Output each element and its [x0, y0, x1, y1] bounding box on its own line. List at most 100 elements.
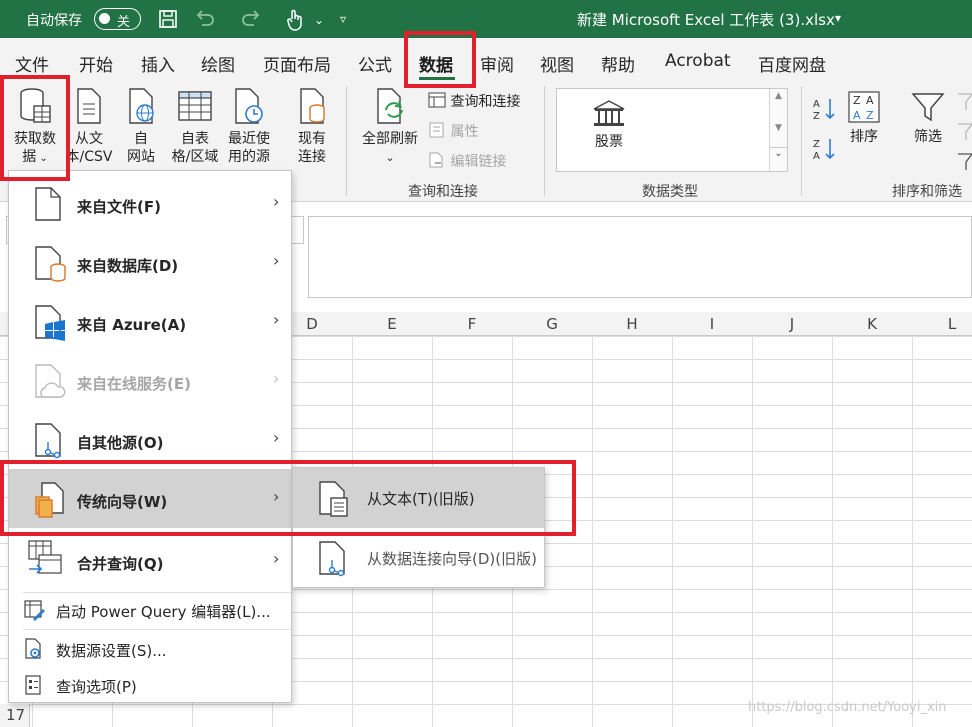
- tab-draw[interactable]: 绘图: [201, 51, 235, 76]
- table-icon: [178, 91, 212, 121]
- undo-icon[interactable]: [194, 9, 216, 33]
- group-label-queries: 查询和连接: [408, 184, 478, 200]
- refresh-icon: [377, 88, 403, 124]
- chevron-right-icon: ›: [273, 428, 280, 447]
- title-bar: 自动保存 关 ⌄ ▿ 新建 Microsoft Excel 工作表 (3).xl…: [0, 0, 972, 38]
- queries-connections-label: 查询和连接: [450, 94, 521, 110]
- column-header[interactable]: E: [352, 315, 432, 333]
- touch-mode-icon[interactable]: [286, 9, 304, 35]
- from-table-button[interactable]: 自表 格/区域: [168, 86, 222, 166]
- highlight-legacy-wizard: [0, 460, 576, 536]
- save-icon[interactable]: [158, 9, 178, 33]
- sort-a-z-icon: AZ: [813, 99, 835, 122]
- database-icon: [35, 246, 66, 282]
- stocks-label: 股票: [595, 134, 623, 150]
- menu-item-power-query-editor[interactable]: 启动 Power Query 编辑器(L)...: [9, 593, 291, 627]
- refresh-all-button[interactable]: 全部刷新 ⌄: [356, 86, 424, 167]
- properties-button[interactable]: 属性: [428, 121, 478, 141]
- filter-icon: [911, 93, 945, 122]
- from-table-line2: 格/区域: [171, 149, 219, 165]
- cloud-icon: [35, 364, 66, 398]
- tab-home[interactable]: 开始: [79, 51, 113, 76]
- from-web-line2: 网站: [127, 149, 155, 165]
- chevron-right-icon: ›: [273, 310, 280, 329]
- svg-text:A: A: [813, 151, 820, 162]
- column-header[interactable]: K: [832, 315, 912, 333]
- customize-toolbar-icon[interactable]: ▿: [340, 12, 346, 26]
- column-header[interactable]: I: [672, 315, 752, 333]
- menu-item-label: 合并查询(Q): [77, 555, 164, 573]
- ribbon-separator: [346, 86, 347, 196]
- column-header[interactable]: J: [752, 315, 832, 333]
- from-text-csv-button[interactable]: 从文 本/CSV: [64, 86, 114, 166]
- menu-item-label: 查询选项(P): [56, 678, 137, 696]
- row-header[interactable]: 17: [0, 704, 30, 727]
- column-header[interactable]: L: [912, 315, 972, 333]
- menu-item-label: 来自数据库(D): [77, 257, 179, 275]
- menu-item-from-azure[interactable]: 来自 Azure(A) ›: [9, 292, 291, 351]
- menu-item-from-online-services[interactable]: 来自在线服务(E) ›: [9, 351, 291, 410]
- column-header[interactable]: H: [592, 315, 672, 333]
- gallery-more-icon[interactable]: ⌄: [770, 147, 787, 159]
- menu-item-from-database[interactable]: 来自数据库(D) ›: [9, 233, 291, 292]
- recent-sources-line2: 用的源: [228, 149, 270, 165]
- column-header[interactable]: F: [432, 315, 512, 333]
- properties-label: 属性: [450, 124, 479, 140]
- existing-connections-button[interactable]: 现有 连接: [290, 86, 334, 166]
- tab-baidu-netdisk[interactable]: 百度网盘: [758, 51, 826, 76]
- tab-file[interactable]: 文件: [15, 51, 49, 76]
- power-query-editor-icon: [24, 600, 45, 621]
- data-types-gallery[interactable]: 股票 ▲ ▼ ⌄: [556, 88, 788, 172]
- redo-icon[interactable]: [240, 9, 262, 33]
- autosave-toggle[interactable]: 关: [94, 8, 141, 30]
- title-dropdown-icon[interactable]: ▾: [835, 11, 841, 25]
- clear-filter-icon[interactable]: [956, 92, 972, 176]
- column-header[interactable]: G: [512, 315, 592, 333]
- queries-connections-button[interactable]: 查询和连接: [428, 91, 520, 111]
- tab-view[interactable]: 视图: [540, 51, 574, 76]
- sort-desc-button[interactable]: ZA: [812, 136, 836, 166]
- chevron-right-icon: ›: [273, 549, 280, 568]
- refresh-all-label: 全部刷新: [362, 131, 418, 147]
- scroll-up-icon[interactable]: ▲: [770, 91, 787, 101]
- menu-item-from-file[interactable]: 来自文件(F) ›: [9, 174, 291, 233]
- menu-item-query-options[interactable]: 查询选项(P): [9, 668, 291, 702]
- edit-links-label: 编辑链接: [450, 154, 507, 170]
- group-label-sort-filter: 排序和筛选: [892, 184, 962, 200]
- ribbon-separator: [544, 86, 545, 196]
- filter-label: 筛选: [914, 129, 942, 145]
- tab-help[interactable]: 帮助: [601, 51, 635, 76]
- from-web-button[interactable]: 自 网站: [118, 86, 164, 166]
- tab-acrobat[interactable]: Acrobat: [665, 51, 731, 71]
- existing-connections-line1: 现有: [298, 131, 326, 147]
- tab-insert[interactable]: 插入: [141, 51, 175, 76]
- sort-button[interactable]: ZAAZ 排序: [844, 90, 884, 146]
- svg-text:Z: Z: [813, 139, 820, 150]
- get-data-menu: 来自文件(F) › 来自数据库(D) › 来自 Azure(A) › 来自在线服…: [8, 170, 292, 703]
- gallery-scrollbar[interactable]: ▲ ▼ ⌄: [769, 89, 787, 171]
- from-table-line1: 自表: [181, 131, 209, 147]
- tab-review[interactable]: 审阅: [480, 51, 514, 76]
- menu-item-data-source-settings[interactable]: 数据源设置(S)...: [9, 632, 291, 666]
- from-text-line1: 从文: [75, 131, 103, 147]
- tab-page-layout[interactable]: 页面布局: [263, 51, 331, 76]
- filter-button[interactable]: 筛选: [906, 90, 950, 146]
- chevron-down-icon[interactable]: ⌄: [314, 13, 324, 27]
- formula-input[interactable]: [308, 216, 972, 298]
- submenu-item-data-connection-wizard[interactable]: 从数据连接向导(D)(旧版): [293, 528, 544, 588]
- stocks-button[interactable]: 股票: [587, 99, 631, 151]
- recent-sources-button[interactable]: 最近使 用的源: [224, 86, 274, 166]
- chevron-down-icon: ⌄: [385, 151, 395, 164]
- tab-formulas[interactable]: 公式: [358, 51, 392, 76]
- menu-item-combine-queries[interactable]: 合并查询(Q) ›: [9, 531, 291, 590]
- menu-item-label: 自其他源(O): [77, 434, 164, 452]
- existing-connections-icon: [300, 88, 325, 124]
- azure-icon: [35, 305, 65, 341]
- scroll-down-icon[interactable]: ▼: [770, 123, 787, 133]
- edit-links-button[interactable]: 编辑链接: [428, 151, 506, 171]
- autosave-label: 自动保存: [26, 13, 82, 29]
- chevron-right-icon: ›: [273, 369, 280, 388]
- ribbon-tabs: 文件 开始 插入 绘图 页面布局 公式 数据 审阅 视图 帮助 Acrobat …: [0, 38, 972, 80]
- sort-asc-button[interactable]: AZ: [812, 96, 836, 126]
- recent-sources-icon: [235, 88, 263, 124]
